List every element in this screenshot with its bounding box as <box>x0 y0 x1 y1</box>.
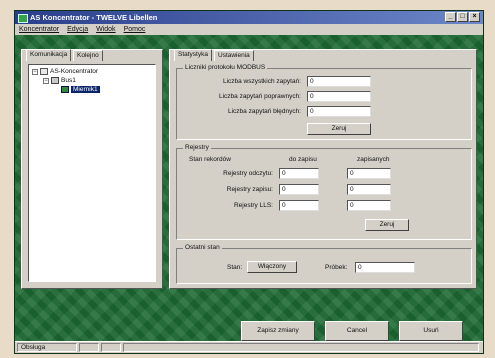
lls-registers-pending-field[interactable]: 0 <box>279 200 319 211</box>
minimize-button[interactable]: _ <box>445 12 456 22</box>
expand-root-icon[interactable]: − <box>32 69 38 75</box>
status-group-title: Ostatni stan <box>183 244 222 251</box>
menu-edycja[interactable]: Edycja <box>67 24 88 35</box>
lls-registers-done-field[interactable]: 0 <box>347 200 391 211</box>
menu-koncentrator[interactable]: Koncentrator <box>19 24 59 35</box>
maximize-button[interactable]: □ <box>457 12 468 22</box>
samples-field[interactable]: 0 <box>355 262 415 273</box>
tab-komunikacja[interactable]: Komunikacja <box>26 49 72 61</box>
tab-ustawienia[interactable]: Ustawienia <box>214 50 254 61</box>
menu-widok[interactable]: Widok <box>96 24 115 35</box>
read-registers-label: Rejestry odczytu: <box>223 170 273 177</box>
expand-bus-icon[interactable]: − <box>43 78 49 84</box>
reset-counters-button[interactable]: Zeruj <box>307 123 371 135</box>
meter-icon <box>61 85 69 93</box>
status-group: Ostatni stan Stan: Włączony Próbek: 0 <box>176 244 472 284</box>
error-queries-field[interactable]: 0 <box>307 106 371 117</box>
device-tree[interactable]: − AS-Koncentrator − Bus1 Miernik1 <box>28 64 156 282</box>
modbus-group-title: Liczniki protokołu MODBUS <box>183 64 268 71</box>
save-changes-button[interactable]: Zapisz zmiany <box>241 321 315 341</box>
status-cell-2 <box>79 343 99 352</box>
computer-icon <box>40 67 48 75</box>
tab-kolejno[interactable]: Kolejno <box>73 50 103 61</box>
delete-button[interactable]: Usuń <box>399 321 463 341</box>
left-panel: Komunikacja Kolejno − AS-Koncentrator − … <box>21 49 163 289</box>
menu-pomoc[interactable]: Pomoc <box>124 24 146 35</box>
write-registers-pending-field[interactable]: 0 <box>279 184 319 195</box>
status-text: Obsługa <box>17 343 77 352</box>
read-registers-pending-field[interactable]: 0 <box>279 168 319 179</box>
tree-node-root[interactable]: AS-Koncentrator <box>40 67 98 76</box>
close-button[interactable]: × <box>469 12 480 22</box>
registers-col-write: zapisanych <box>357 156 390 163</box>
write-registers-label: Rejestry zapisu: <box>226 186 273 193</box>
reset-registers-button[interactable]: Zeruj <box>365 219 409 231</box>
client-area: Komunikacja Kolejno − AS-Koncentrator − … <box>15 35 483 341</box>
window-controls: _ □ × <box>445 12 480 22</box>
status-cell-4 <box>123 343 479 352</box>
modbus-counters-group: Liczniki protokołu MODBUS Liczba wszystk… <box>176 64 472 140</box>
registers-col-read: do zapisu <box>289 156 317 163</box>
tree-node-meter[interactable]: Miernik1 <box>61 85 100 94</box>
registers-col-name: Stan rekordów <box>189 156 231 163</box>
state-label: Stan: <box>227 264 243 271</box>
registers-group: Rejestry Stan rekordów do zapisu zapisan… <box>176 144 472 240</box>
main-window: AS Koncentrator - TWELVE Libellen _ □ × … <box>14 10 484 354</box>
menu-bar: Koncentrator Edycja Widok Pomoc <box>15 24 483 35</box>
valid-queries-label: Liczba zapytań poprawnych: <box>218 93 301 100</box>
read-registers-done-field[interactable]: 0 <box>347 168 391 179</box>
tree-node-bus[interactable]: Bus1 <box>51 76 76 85</box>
status-bar: Obsługa <box>15 341 483 353</box>
status-cell-3 <box>101 343 121 352</box>
tab-statystyka[interactable]: Statystyka <box>174 49 212 61</box>
app-icon <box>18 14 28 23</box>
error-queries-label: Liczba zapytań błędnych: <box>228 108 301 115</box>
bus-icon <box>51 76 59 84</box>
title-bar: AS Koncentrator - TWELVE Libellen _ □ × <box>15 11 483 24</box>
samples-label: Próbek: <box>325 264 348 271</box>
write-registers-done-field[interactable]: 0 <box>347 184 391 195</box>
valid-queries-field[interactable]: 0 <box>307 91 371 102</box>
total-queries-field[interactable]: 0 <box>307 76 371 87</box>
total-queries-label: Liczba wszystkich zapytań: <box>222 78 301 85</box>
window-title: AS Koncentrator - TWELVE Libellen <box>30 13 158 22</box>
cancel-button[interactable]: Cancel <box>325 321 389 341</box>
lls-registers-label: Rejestry LLS: <box>233 202 273 209</box>
right-panel: Statystyka Ustawienia Liczniki protokołu… <box>169 49 477 289</box>
registers-group-title: Rejestry <box>183 144 211 151</box>
state-value-button[interactable]: Włączony <box>247 261 297 273</box>
